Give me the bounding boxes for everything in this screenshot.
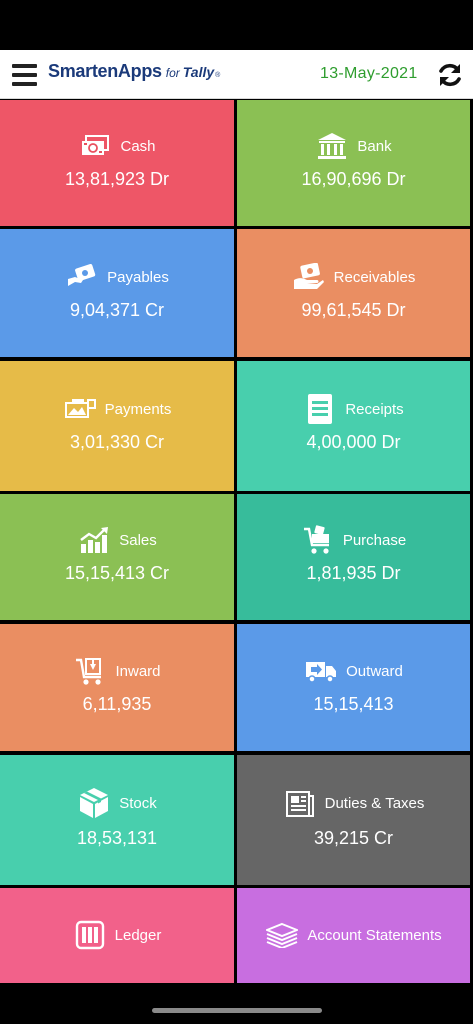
logo-registered-mark: ® <box>215 72 221 79</box>
tile-value: 15,15,413 Cr <box>64 563 170 583</box>
refresh-icon <box>439 63 461 87</box>
tile-value: 13,81,923 Dr <box>64 169 170 189</box>
tile-label: Purchase <box>342 531 407 549</box>
payables-icon <box>65 260 99 294</box>
tile-duties-taxes[interactable]: Duties & Taxes 39,215 Cr <box>237 755 470 885</box>
tile-header: Sales <box>0 523 234 557</box>
tile-value: 3,01,330 Cr <box>69 432 165 452</box>
bank-icon <box>315 129 349 163</box>
ledger-icon <box>73 918 107 952</box>
tile-label: Receivables <box>333 268 416 286</box>
receivables-icon <box>292 260 326 294</box>
account-statements-icon <box>265 918 299 952</box>
tile-label: Account Statements <box>307 926 442 944</box>
tile-payments[interactable]: Payments 3,01,330 Cr <box>0 361 234 491</box>
tile-label: Stock <box>119 794 157 812</box>
refresh-button[interactable] <box>436 61 464 89</box>
tile-header: Purchase <box>237 523 470 557</box>
tile-header: Bank <box>237 129 470 163</box>
payments-icon <box>63 392 97 426</box>
tile-label: Payments <box>104 400 172 418</box>
tile-header: Duties & Taxes <box>237 786 470 820</box>
tile-value: 99,61,545 Dr <box>301 300 406 320</box>
tile-header: Stock <box>0 786 234 820</box>
tile-header: Account Statements <box>237 918 470 952</box>
menu-icon <box>12 64 37 68</box>
cash-icon <box>78 129 112 163</box>
receipts-icon <box>303 392 337 426</box>
outward-icon <box>304 654 338 688</box>
logo-tally-text: Tally <box>182 64 215 80</box>
tile-value: 15,15,413 <box>313 694 394 714</box>
status-bar <box>0 0 473 50</box>
dashboard-grid: Cash 13,81,923 Dr Bank 16,90,696 Dr Payables… <box>0 100 473 983</box>
tile-header: Payments <box>0 392 234 426</box>
tile-header: Receivables <box>237 260 470 294</box>
tile-sales[interactable]: Sales 15,15,413 Cr <box>0 494 234 620</box>
tile-purchase[interactable]: Purchase 1,81,935 Dr <box>237 494 470 620</box>
home-indicator[interactable] <box>152 1008 322 1013</box>
tile-bank[interactable]: Bank 16,90,696 Dr <box>237 100 470 226</box>
tile-label: Cash <box>120 137 156 155</box>
tile-label: Duties & Taxes <box>324 794 425 812</box>
tile-header: Outward <box>237 654 470 688</box>
tile-value: 4,00,000 Dr <box>306 432 401 452</box>
tile-value: 16,90,696 Dr <box>301 169 406 189</box>
tile-value: 9,04,371 Cr <box>69 300 165 320</box>
tile-label: Bank <box>357 137 392 155</box>
tile-payables[interactable]: Payables 9,04,371 Cr <box>0 229 234 357</box>
sales-icon <box>77 523 111 557</box>
tile-ledger[interactable]: Ledger <box>0 888 234 983</box>
current-date: 13-May-2021 <box>320 65 418 82</box>
tile-value: 18,53,131 <box>76 828 158 848</box>
tile-header: Inward <box>0 654 234 688</box>
bottom-bar <box>0 983 473 1024</box>
purchase-icon <box>301 523 335 557</box>
tile-stock[interactable]: Stock 18,53,131 <box>0 755 234 885</box>
tile-header: Ledger <box>0 918 234 952</box>
app-header: SmartenApps for Tally ® 13-May-2021 <box>0 50 473 99</box>
tile-value: 6,11,935 <box>82 694 152 714</box>
tile-receipts[interactable]: Receipts 4,00,000 Dr <box>237 361 470 491</box>
tile-value: 39,215 Cr <box>313 828 394 848</box>
tile-value: 1,81,935 Dr <box>306 563 401 583</box>
logo-for-text: for <box>165 66 180 80</box>
logo-main-text: SmartenApps <box>48 61 162 81</box>
tile-account-statements[interactable]: Account Statements <box>237 888 470 983</box>
tile-receivables[interactable]: Receivables 99,61,545 Dr <box>237 229 470 357</box>
tile-label: Inward <box>115 662 161 680</box>
tile-label: Payables <box>107 268 169 286</box>
tile-label: Receipts <box>345 400 404 418</box>
tile-cash[interactable]: Cash 13,81,923 Dr <box>0 100 234 226</box>
tile-label: Ledger <box>114 926 162 944</box>
inward-icon <box>73 654 107 688</box>
tile-inward[interactable]: Inward 6,11,935 <box>0 624 234 751</box>
stock-icon <box>77 786 111 820</box>
tile-header: Payables <box>0 260 234 294</box>
tile-label: Outward <box>346 662 403 680</box>
tile-outward[interactable]: Outward 15,15,413 <box>237 624 470 751</box>
tile-header: Receipts <box>237 392 470 426</box>
tile-header: Cash <box>0 129 234 163</box>
menu-button[interactable] <box>12 64 37 86</box>
duties-taxes-icon <box>283 786 317 820</box>
app-logo: SmartenApps for Tally ® <box>48 61 220 87</box>
tile-label: Sales <box>119 531 157 549</box>
